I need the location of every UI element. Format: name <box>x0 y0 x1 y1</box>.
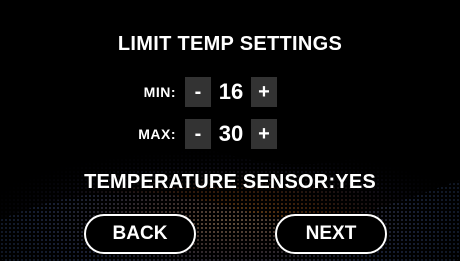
screen: LIMIT TEMP SETTINGS MIN: - 16 + MAX: - 3… <box>0 0 460 261</box>
max-value: 30 <box>211 119 251 149</box>
max-row: MAX: - 30 + <box>120 119 277 149</box>
sensor-status: TEMPERATURE SENSOR:YES <box>84 171 376 193</box>
max-increment-button[interactable]: + <box>251 119 277 149</box>
min-decrement-button[interactable]: - <box>185 77 211 107</box>
back-button[interactable]: BACK <box>84 214 196 254</box>
min-increment-button[interactable]: + <box>251 77 277 107</box>
max-stepper: - 30 + <box>185 119 277 149</box>
min-stepper: - 16 + <box>185 77 277 107</box>
next-button[interactable]: NEXT <box>275 214 387 254</box>
page-title: LIMIT TEMP SETTINGS <box>117 33 343 55</box>
min-label: MIN: <box>143 84 176 100</box>
max-decrement-button[interactable]: - <box>185 119 211 149</box>
min-row: MIN: - 16 + <box>120 77 277 107</box>
max-label: MAX: <box>138 126 176 142</box>
min-value: 16 <box>211 77 251 107</box>
